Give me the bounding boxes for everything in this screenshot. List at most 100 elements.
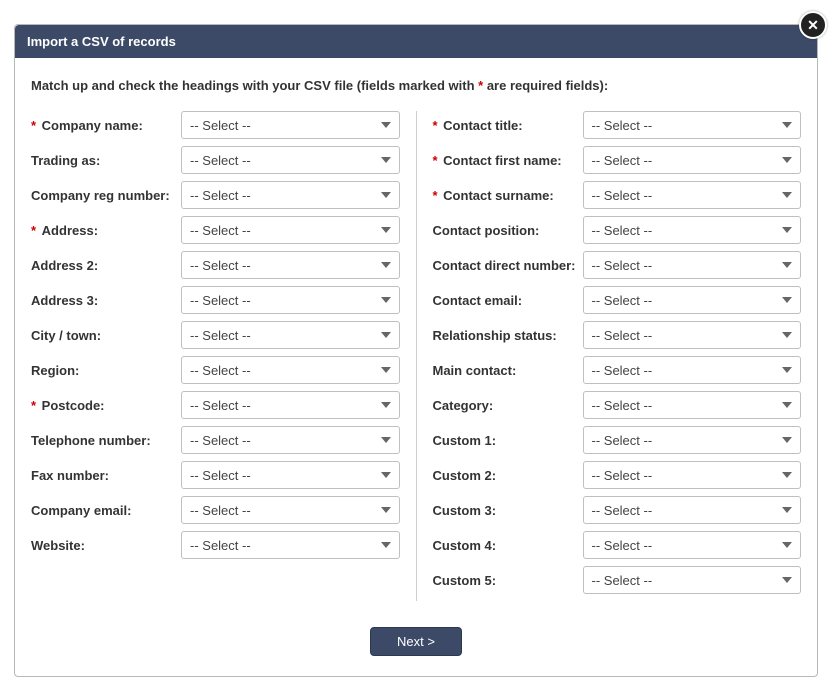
select-address-2[interactable]: -- Select -- [181, 251, 400, 279]
chevron-down-icon [782, 367, 792, 373]
select-region[interactable]: -- Select -- [181, 356, 400, 384]
select-value: -- Select -- [592, 293, 653, 308]
required-star: * [433, 188, 442, 203]
close-button[interactable]: ✕ [799, 11, 827, 39]
right-column: * Contact title:-- Select --* Contact fi… [417, 111, 804, 601]
select-address-3[interactable]: -- Select -- [181, 286, 400, 314]
chevron-down-icon [381, 157, 391, 163]
select-website[interactable]: -- Select -- [181, 531, 400, 559]
field-row-category: Category:-- Select -- [433, 391, 802, 419]
field-label-custom-1: Custom 1: [433, 433, 583, 448]
select-contact-direct-number[interactable]: -- Select -- [583, 251, 802, 279]
field-label-fax-number: Fax number: [31, 468, 181, 483]
field-label-contact-direct-number: Contact direct number: [433, 258, 583, 273]
label-text: Address 2: [31, 258, 98, 273]
select-address[interactable]: -- Select -- [181, 216, 400, 244]
chevron-down-icon [782, 437, 792, 443]
label-text: Contact direct number: [433, 258, 576, 273]
next-button[interactable]: Next > [370, 627, 462, 656]
field-row-custom-4: Custom 4: -- Select -- [433, 531, 802, 559]
label-text: Company name: [42, 118, 143, 133]
field-label-contact-position: Contact position: [433, 223, 583, 238]
chevron-down-icon [381, 227, 391, 233]
chevron-down-icon [381, 367, 391, 373]
select-value: -- Select -- [592, 223, 653, 238]
select-contact-position[interactable]: -- Select -- [583, 216, 802, 244]
select-value: -- Select -- [592, 398, 653, 413]
intro-text: Match up and check the headings with you… [31, 78, 801, 93]
select-custom-5[interactable]: -- Select -- [583, 566, 802, 594]
select-custom-3[interactable]: -- Select -- [583, 496, 802, 524]
field-row-region: Region:-- Select -- [31, 356, 400, 384]
field-label-address: * Address: [31, 223, 181, 238]
select-custom-1[interactable]: -- Select -- [583, 426, 802, 454]
field-row-custom-2: Custom 2: -- Select -- [433, 461, 802, 489]
field-label-main-contact: Main contact: [433, 363, 583, 378]
panel-body: Match up and check the headings with you… [15, 58, 817, 676]
select-relationship-status[interactable]: -- Select -- [583, 321, 802, 349]
select-value: -- Select -- [190, 258, 251, 273]
select-fax-number[interactable]: -- Select -- [181, 461, 400, 489]
field-row-postcode: * Postcode:-- Select -- [31, 391, 400, 419]
field-label-trading-as: Trading as: [31, 153, 181, 168]
field-row-company-email: Company email:-- Select -- [31, 496, 400, 524]
select-value: -- Select -- [190, 433, 251, 448]
field-row-contact-title: * Contact title: -- Select -- [433, 111, 802, 139]
chevron-down-icon [381, 507, 391, 513]
field-label-company-email: Company email: [31, 503, 181, 518]
field-row-custom-5: Custom 5:-- Select -- [433, 566, 802, 594]
select-telephone-number[interactable]: -- Select -- [181, 426, 400, 454]
select-custom-2[interactable]: -- Select -- [583, 461, 802, 489]
field-row-telephone-number: Telephone number: -- Select -- [31, 426, 400, 454]
required-star: * [31, 223, 40, 238]
field-row-trading-as: Trading as:-- Select -- [31, 146, 400, 174]
select-contact-first-name[interactable]: -- Select -- [583, 146, 802, 174]
chevron-down-icon [381, 542, 391, 548]
select-postcode[interactable]: -- Select -- [181, 391, 400, 419]
select-city-town[interactable]: -- Select -- [181, 321, 400, 349]
select-value: -- Select -- [190, 468, 251, 483]
field-row-city-town: City / town:-- Select -- [31, 321, 400, 349]
field-row-contact-position: Contact position: -- Select -- [433, 216, 802, 244]
select-company-name[interactable]: -- Select -- [181, 111, 400, 139]
field-label-company-name: * Company name: [31, 118, 181, 133]
required-star: * [31, 118, 40, 133]
field-label-postcode: * Postcode: [31, 398, 181, 413]
chevron-down-icon [381, 192, 391, 198]
select-category[interactable]: -- Select -- [583, 391, 802, 419]
required-star: * [433, 118, 442, 133]
chevron-down-icon [782, 122, 792, 128]
select-value: -- Select -- [190, 293, 251, 308]
select-main-contact[interactable]: -- Select -- [583, 356, 802, 384]
select-contact-title[interactable]: -- Select -- [583, 111, 802, 139]
select-trading-as[interactable]: -- Select -- [181, 146, 400, 174]
field-label-address-3: Address 3: [31, 293, 181, 308]
field-row-website: Website:-- Select -- [31, 531, 400, 559]
left-column: * Company name:-- Select --Trading as:--… [29, 111, 416, 601]
label-text: Custom 2: [433, 468, 497, 483]
label-text: Contact title: [443, 118, 522, 133]
select-value: -- Select -- [592, 188, 653, 203]
field-label-custom-2: Custom 2: [433, 468, 583, 483]
label-text: Contact email: [433, 293, 523, 308]
field-row-contact-email: Contact email: -- Select -- [433, 286, 802, 314]
label-text: Address 3: [31, 293, 98, 308]
field-label-company-reg-number: Company reg number: [31, 188, 181, 203]
field-row-address-3: Address 3: -- Select -- [31, 286, 400, 314]
select-company-reg-number[interactable]: -- Select -- [181, 181, 400, 209]
chevron-down-icon [782, 157, 792, 163]
field-label-relationship-status: Relationship status: [433, 328, 583, 343]
label-text: Custom 4: [433, 538, 497, 553]
select-contact-surname[interactable]: -- Select -- [583, 181, 802, 209]
label-text: Contact surname: [443, 188, 554, 203]
field-label-address-2: Address 2: [31, 258, 181, 273]
select-company-email[interactable]: -- Select -- [181, 496, 400, 524]
select-contact-email[interactable]: -- Select -- [583, 286, 802, 314]
select-value: -- Select -- [190, 118, 251, 133]
select-value: -- Select -- [190, 223, 251, 238]
required-star: * [31, 398, 40, 413]
select-custom-4[interactable]: -- Select -- [583, 531, 802, 559]
field-label-telephone-number: Telephone number: [31, 433, 181, 448]
chevron-down-icon [782, 577, 792, 583]
select-value: -- Select -- [190, 188, 251, 203]
